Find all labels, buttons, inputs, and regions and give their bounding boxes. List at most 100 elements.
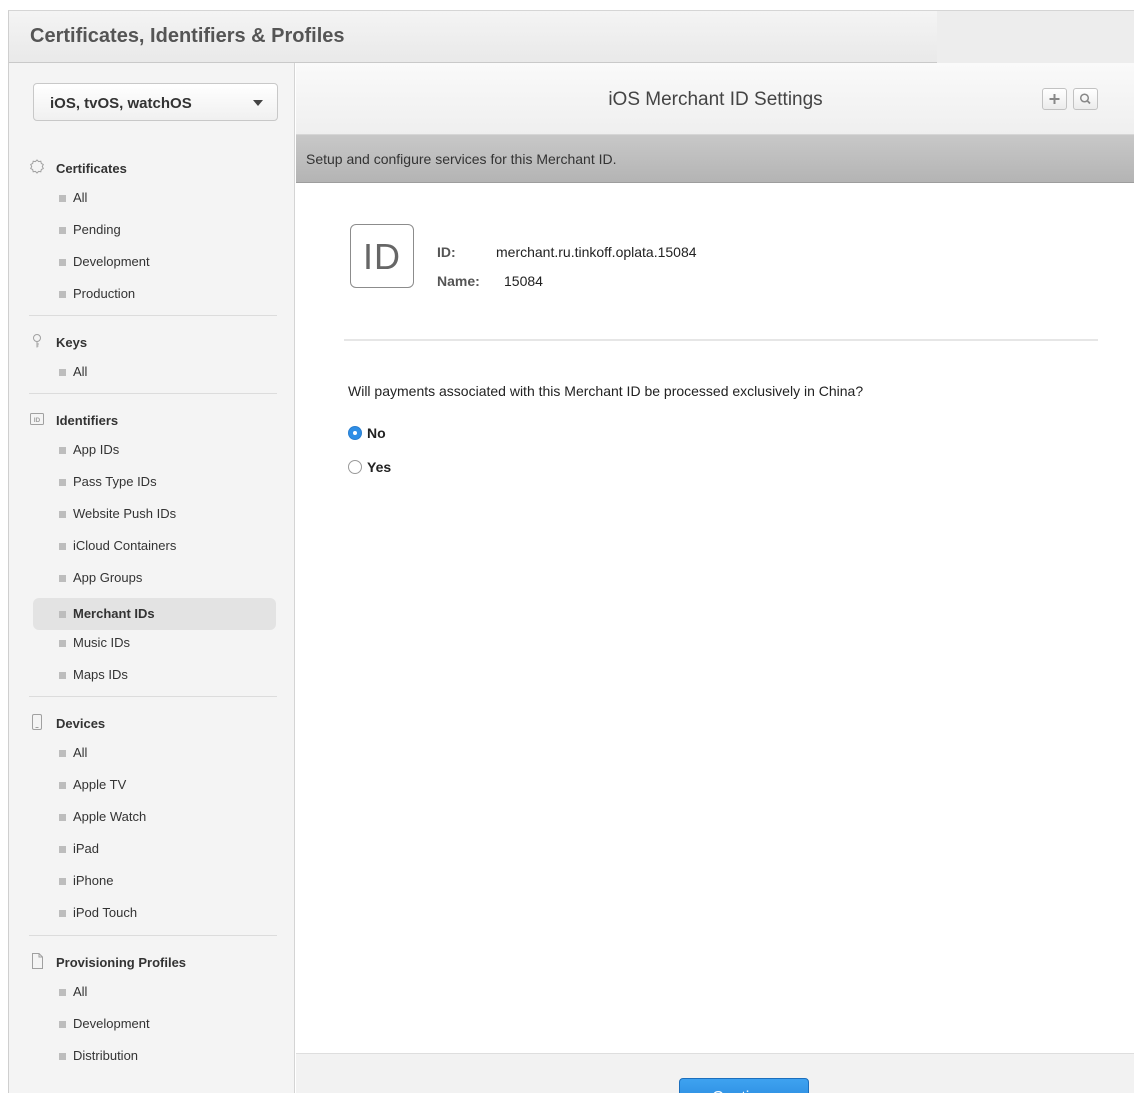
bullet [59,575,66,582]
radio-no[interactable]: No [348,424,468,444]
bullet [59,878,66,885]
sidebar-item-label: iPhone [73,873,114,888]
sidebar-item-iphone[interactable]: iPhone [33,865,276,897]
sidebar-divider [29,393,277,394]
sidebar-item-ipad[interactable]: iPad [33,833,276,865]
sidebar-item-app-groups[interactable]: App Groups [33,562,276,594]
document-icon [32,953,43,969]
radio-button-checked[interactable] [348,426,362,440]
sidebar-item-label: All [73,745,88,760]
merchant-id-icon: ID [350,224,414,288]
section-title: Provisioning Profiles [56,955,187,970]
sidebar-item-label: Apple Watch [73,809,147,824]
sidebar-divider [29,315,277,316]
radio-button-unchecked[interactable] [348,460,362,474]
sidebar-item-maps-ids[interactable]: Maps IDs [33,659,276,691]
content-divider [344,339,1098,341]
bullet [59,259,66,266]
bullet [59,814,66,821]
bullet [59,1053,66,1060]
sidebar-item-label: Pending [73,222,121,237]
sidebar-item-label: All [73,984,88,999]
sidebar-item-label: Merchant IDs [73,606,155,621]
sidebar-divider [29,696,277,697]
sidebar-item-ipod-touch[interactable]: iPod Touch [33,897,276,929]
sidebar-item-label: All [73,364,88,379]
sidebar-item-apple-tv[interactable]: Apple TV [33,769,276,801]
platform-select[interactable]: iOS, tvOS, watchOS [33,83,278,121]
name-value: 15084 [504,273,543,289]
sidebar-item-label: iPod Touch [73,905,138,920]
app-window: Certificates, Identifiers & Profiles iOS… [8,10,1134,1093]
top-title-bar: Certificates, Identifiers & Profiles [9,11,1134,63]
section-subheader: Setup and configure services for this Me… [296,135,1134,183]
name-label: Name: [437,273,480,289]
bullet [59,672,66,679]
bullet [59,989,66,996]
section-title: Devices [56,716,106,731]
section-title: Keys [56,335,88,350]
id-label: ID: [437,244,456,260]
id-badge-icon: ID [30,413,44,425]
sidebar-item-profiles-all[interactable]: All [33,976,276,1008]
add-button[interactable] [1042,88,1067,110]
radio-yes[interactable]: Yes [348,458,468,478]
bullet [59,479,66,486]
sidebar-item-label: Maps IDs [73,667,128,682]
bullet [59,447,66,454]
sidebar-item-profiles-development[interactable]: Development [33,1008,276,1040]
sidebar-item-label: App IDs [73,442,120,457]
sidebar-item-profiles-distribution[interactable]: Distribution [33,1040,276,1072]
bullet [59,227,66,234]
sidebar-item-pass-type-ids[interactable]: Pass Type IDs [33,466,276,498]
continue-button[interactable]: Continue [679,1078,809,1093]
sidebar-item-label: Music IDs [73,635,131,650]
bullet [59,511,66,518]
radio-label: Yes [367,459,392,475]
certificate-icon [30,159,44,174]
main-header: iOS Merchant ID Settings [296,63,1134,135]
bullet [59,782,66,789]
sidebar-item-icloud-containers[interactable]: iCloud Containers [33,530,276,562]
sidebar-item-apple-watch[interactable]: Apple Watch [33,801,276,833]
sidebar-item-label: Apple TV [73,777,127,792]
sidebar-divider [29,935,277,936]
sidebar-item-certificates-pending[interactable]: Pending [33,214,276,246]
sidebar-item-label: App Groups [73,570,143,585]
sidebar-item-label: Development [73,1016,150,1031]
footer-bar: Continue [296,1053,1134,1093]
sidebar-item-label: Development [73,254,150,269]
main-panel: iOS Merchant ID Settings Setup and confi… [296,63,1134,1093]
sidebar-item-app-ids[interactable]: App IDs [33,434,276,466]
bullet [59,750,66,757]
bullet [59,910,66,917]
sidebar-item-certificates-production[interactable]: Production [33,278,276,310]
device-icon [32,714,42,730]
sidebar: iOS, tvOS, watchOS Certificates All Pend… [9,63,295,1093]
sidebar-item-label: All [73,190,88,205]
bullet [59,611,66,618]
sidebar-item-keys-all[interactable]: All [33,356,276,388]
sidebar-item-label: Production [73,286,136,301]
subheader-text: Setup and configure services for this Me… [306,151,617,167]
sidebar-item-label: Website Push IDs [73,506,177,521]
sidebar-item-certificates-all[interactable]: All [33,182,276,214]
sidebar-item-certificates-development[interactable]: Development [33,246,276,278]
title-bar-shade [937,11,1134,63]
sidebar-item-music-ids[interactable]: Music IDs [33,627,276,659]
platform-select-label: iOS, tvOS, watchOS [50,95,192,112]
chevron-down-icon [253,100,263,106]
sidebar-item-website-push-ids[interactable]: Website Push IDs [33,498,276,530]
sidebar-item-label: iPad [73,841,100,856]
page-title: iOS Merchant ID Settings [608,89,823,110]
sidebar-item-devices-all[interactable]: All [33,737,276,769]
section-title: Identifiers [56,413,119,428]
china-processing-question: Will payments associated with this Merch… [348,383,864,399]
id-icon-text: ID [363,236,401,277]
bullet [59,369,66,376]
sidebar-item-merchant-ids[interactable]: Merchant IDs [33,598,276,630]
app-title: Certificates, Identifiers & Profiles [30,25,345,47]
search-button[interactable] [1073,88,1098,110]
sidebar-item-label: Pass Type IDs [73,474,157,489]
bullet [59,846,66,853]
